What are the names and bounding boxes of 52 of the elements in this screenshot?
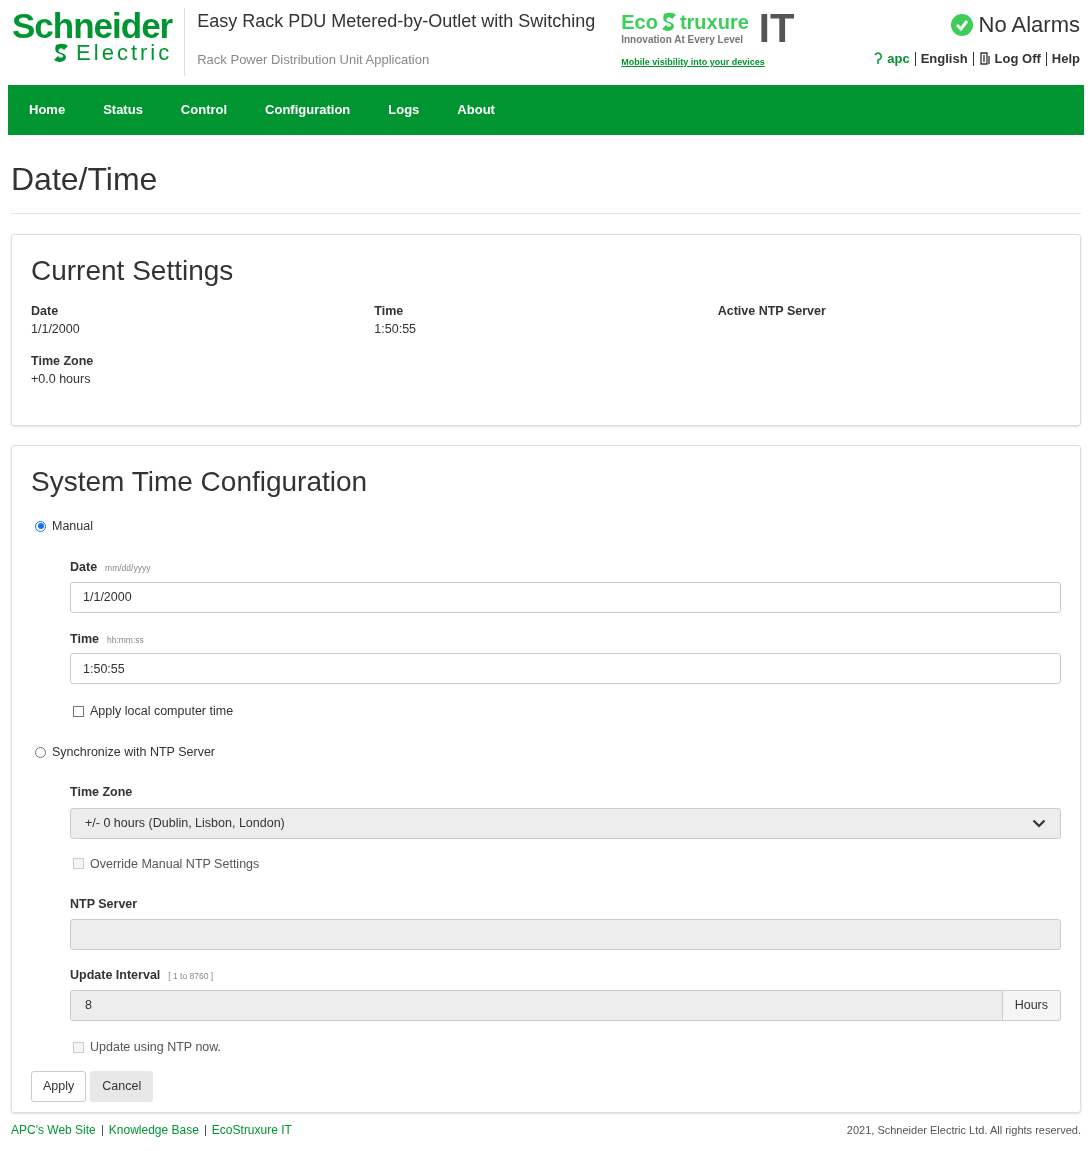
alarm-status: No Alarms <box>978 11 1080 39</box>
footer-link[interactable]: EcoStruxure IT <box>211 1123 292 1137</box>
check-icon <box>950 13 973 36</box>
nav-item[interactable]: Control <box>161 100 247 120</box>
chevron-down-icon <box>1032 818 1046 828</box>
field-label: Time <box>70 630 99 648</box>
unit-label: Hours <box>1002 989 1061 1021</box>
field-label: Time Zone <box>70 783 133 801</box>
field-value: 1/1/2000 <box>31 321 81 338</box>
user-link[interactable]: apc <box>887 49 910 69</box>
apply-button[interactable]: Apply <box>31 1070 87 1102</box>
input-field[interactable]: 1/1/2000 <box>70 581 1061 613</box>
footer-link[interactable]: APC's Web Site <box>11 1123 96 1137</box>
logoff-link[interactable]: Log Off <box>994 49 1041 69</box>
app-subtitle: Rack Power Distribution Unit Application <box>197 51 431 69</box>
checkbox-label: Apply local computer time <box>90 703 234 721</box>
field-label: Active NTP Server <box>717 303 827 320</box>
ecostruxure-logo: Eco truxure Innovation At Every Level IT <box>621 8 795 48</box>
checkbox-label: Update using NTP now. <box>90 1038 222 1056</box>
field-hint: [ 1 to 8760 ] <box>168 970 214 983</box>
radio-label: Synchronize with NTP Server <box>52 744 216 761</box>
field-label: Time <box>374 303 405 320</box>
nav-item[interactable]: About <box>438 100 514 120</box>
header-link[interactable]: English <box>920 49 968 69</box>
nav-item[interactable]: Home <box>19 100 85 120</box>
nav-item[interactable]: Logs <box>369 100 439 120</box>
copyright: 2021, Schneider Electric Ltd. All rights reserved. <box>846 1123 1081 1137</box>
field-label: Date <box>31 303 60 320</box>
field-label: NTP Server <box>70 896 138 914</box>
card-title: Current Settings <box>31 254 235 288</box>
checkbox[interactable] <box>73 706 84 718</box>
radio-label: Manual <box>52 518 93 535</box>
header-link[interactable]: Help <box>1051 49 1080 69</box>
field-hint: mm/dd/yyyy <box>105 561 151 575</box>
cancel-button[interactable]: Cancel <box>90 1070 154 1102</box>
nav-item[interactable]: Status <box>84 100 162 120</box>
app-title: Easy Rack PDU Metered-by-Outlet with Switching <box>197 10 597 33</box>
input-field[interactable]: 1:50:55 <box>70 653 1061 685</box>
footer-link[interactable]: Knowledge Base <box>108 1123 199 1137</box>
field-value: +0.0 hours <box>31 371 92 388</box>
field-label: Time Zone <box>31 353 95 370</box>
nav-item[interactable]: Configuration <box>246 100 370 120</box>
page-title: Date/Time <box>11 160 159 199</box>
field-hint: hh:mm:ss <box>106 633 144 647</box>
checkbox-label: Override Manual NTP Settings <box>90 855 260 873</box>
brand-logo: Schneider Electric <box>12 8 186 76</box>
card-title: System Time Configuration <box>31 465 369 499</box>
door-icon <box>978 52 992 66</box>
field-label: Date <box>70 558 98 576</box>
field-label: Update Interval <box>70 967 161 984</box>
mobile-link[interactable]: Mobile visibility into your devices <box>621 56 795 70</box>
field-value: 1:50:55 <box>374 321 418 338</box>
